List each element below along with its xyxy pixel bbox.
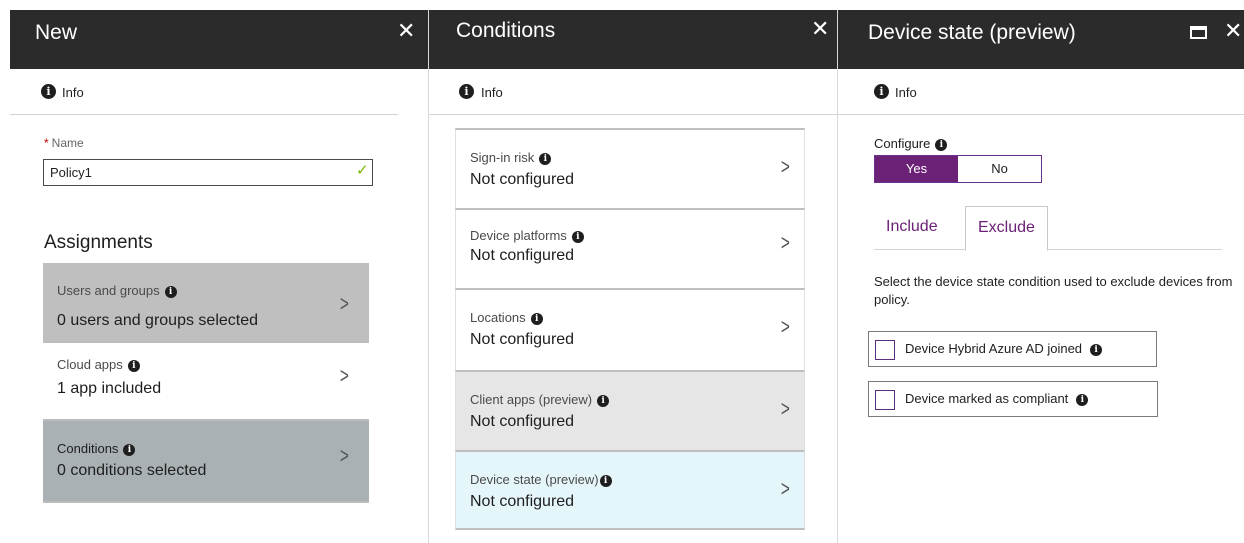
checkbox[interactable] <box>875 340 895 360</box>
chevron-right-icon: > <box>340 291 350 316</box>
cloud-apps-item[interactable]: Cloud apps i 1 app included > <box>43 343 369 421</box>
info-icon: i <box>164 286 177 298</box>
cloud-apps-value: 1 app included <box>57 380 162 397</box>
info-icon: i <box>935 139 948 151</box>
close-icon[interactable]: ✕ <box>397 20 415 42</box>
toggle-no-option[interactable]: No <box>958 156 1041 182</box>
maximize-icon[interactable] <box>1190 26 1207 39</box>
name-label-text: Name <box>51 136 84 150</box>
device-state-blade-title: Device state (preview) <box>868 21 1076 44</box>
required-asterisk: * <box>44 136 49 150</box>
info-icon: i <box>530 313 543 325</box>
name-field-label: * Name <box>44 136 84 150</box>
info-icon: i <box>1076 394 1089 406</box>
chevron-right-icon: > <box>781 154 791 179</box>
users-groups-value: 0 users and groups selected <box>57 312 259 329</box>
info-icon: i <box>571 231 584 243</box>
info-label: Info <box>895 85 917 100</box>
device-platforms-item[interactable]: Device platforms i Not configured > <box>455 208 805 288</box>
info-icon: i <box>127 360 140 372</box>
conditions-label: Conditions i <box>57 441 136 456</box>
condition-value: Not configured <box>470 493 575 510</box>
configure-toggle[interactable]: Yes No <box>874 155 1042 183</box>
condition-value: Not configured <box>470 413 575 430</box>
client-apps-item[interactable]: Client apps (preview) i Not configured > <box>455 370 805 450</box>
device-info-row[interactable]: i Info <box>838 69 1244 115</box>
conditions-value: 0 conditions selected <box>57 462 207 479</box>
info-icon: i <box>599 475 612 487</box>
condition-label: Client apps (preview) i <box>470 392 610 407</box>
close-icon[interactable]: ✕ <box>811 18 829 40</box>
info-icon: i <box>597 395 610 407</box>
conditions-blade-header: Conditions ✕ <box>429 10 837 69</box>
tab-exclude[interactable]: Exclude <box>965 206 1048 251</box>
include-exclude-tabs: Include Exclude <box>874 206 1222 251</box>
new-info-row[interactable]: i Info <box>10 69 398 115</box>
policy-name-input[interactable] <box>43 159 373 186</box>
condition-label: Device platforms i <box>470 228 584 243</box>
info-icon: i <box>539 153 552 165</box>
conditions-info-row[interactable]: i Info <box>429 69 837 115</box>
option-label: Device marked as compliant <box>905 391 1069 406</box>
conditions-blade-title: Conditions <box>456 19 556 42</box>
chevron-right-icon: > <box>340 363 350 388</box>
checkmark-icon: ✓ <box>356 162 369 179</box>
chevron-right-icon: > <box>781 396 791 421</box>
assignments-heading: Assignments <box>44 232 153 253</box>
exclude-description: Select the device state condition used t… <box>874 274 1233 307</box>
info-icon: i <box>41 84 56 99</box>
device-state-blade: Device state (preview) ✕ i Info Configur… <box>837 10 1244 543</box>
condition-label: Sign-in risk i <box>470 150 552 165</box>
users-and-groups-item[interactable]: Users and groups i 0 users and groups sel… <box>43 263 369 343</box>
device-state-blade-header: Device state (preview) ✕ <box>838 10 1244 69</box>
toggle-yes-option[interactable]: Yes <box>875 156 958 182</box>
new-blade-title: New <box>35 21 78 44</box>
info-icon: i <box>123 444 136 456</box>
conditions-blade: Conditions ✕ i Info Sign-in risk i Not co… <box>428 10 837 543</box>
condition-value: Not configured <box>470 331 575 348</box>
configure-label: Configure i <box>874 136 948 151</box>
info-label: Info <box>62 85 84 100</box>
condition-value: Not configured <box>470 171 575 188</box>
option-label: Device Hybrid Azure AD joined <box>905 341 1083 356</box>
close-icon[interactable]: ✕ <box>1224 20 1242 42</box>
sign-in-risk-item[interactable]: Sign-in risk i Not configured > <box>455 128 805 208</box>
checkbox[interactable] <box>875 390 895 410</box>
users-groups-label: Users and groups i <box>57 283 177 298</box>
cloud-apps-label: Cloud apps i <box>57 357 140 372</box>
chevron-right-icon: > <box>781 314 791 339</box>
compliant-option[interactable]: Device marked as compliant i <box>868 381 1158 417</box>
hybrid-joined-option[interactable]: Device Hybrid Azure AD joined i <box>868 331 1157 367</box>
info-icon: i <box>874 84 889 99</box>
chevron-right-icon: > <box>781 230 791 255</box>
conditions-item[interactable]: Conditions i 0 conditions selected > <box>43 421 369 503</box>
locations-item[interactable]: Locations i Not configured > <box>455 288 805 370</box>
condition-value: Not configured <box>470 247 575 264</box>
conditions-list: Sign-in risk i Not configured > Device pl… <box>455 128 805 530</box>
device-state-item[interactable]: Device state (preview) i Not configured > <box>455 450 805 530</box>
info-label: Info <box>481 85 503 100</box>
new-policy-blade: New ✕ i Info *Name ✓ Assignments Users a… <box>10 10 428 543</box>
chevron-right-icon: > <box>340 443 350 468</box>
condition-label: Locations i <box>470 310 543 325</box>
new-blade-header: New ✕ <box>10 10 428 69</box>
assignments-list: Users and groups i 0 users and groups sel… <box>43 263 369 503</box>
chevron-right-icon: > <box>781 476 791 501</box>
tab-include[interactable]: Include <box>874 206 950 251</box>
info-icon: i <box>1090 344 1103 356</box>
info-icon: i <box>459 84 474 99</box>
condition-label: Device state (preview) i <box>470 472 612 487</box>
